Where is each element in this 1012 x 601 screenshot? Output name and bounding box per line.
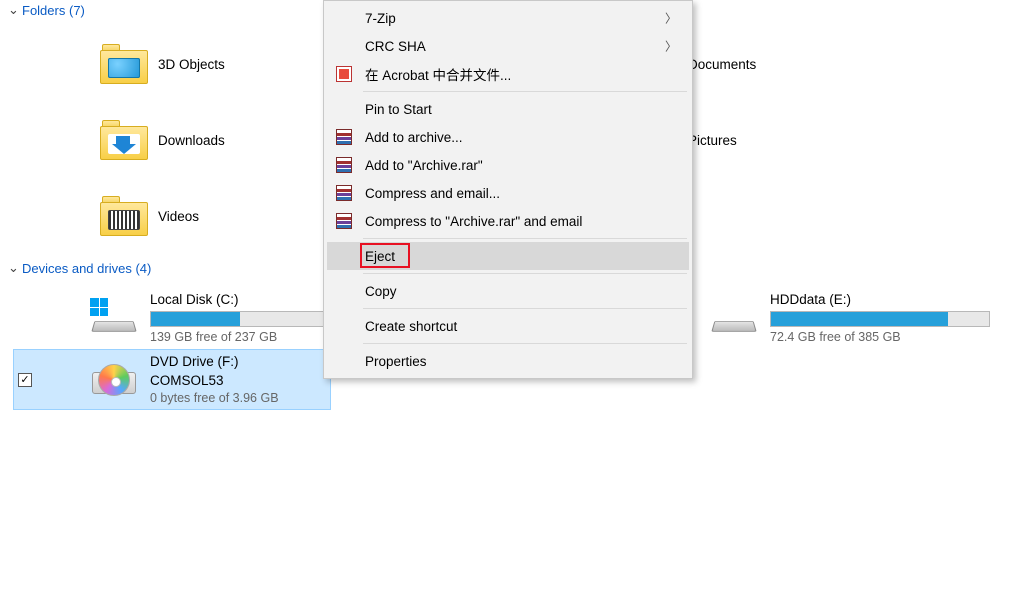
archive-icon bbox=[336, 213, 352, 229]
storage-bar bbox=[770, 311, 990, 327]
folder-label: Documents bbox=[688, 57, 756, 72]
drive-name: DVD Drive (F:) bbox=[150, 354, 330, 369]
folder-icon bbox=[100, 192, 148, 240]
drive-item-dvd-f[interactable]: ✓ DVD Drive (F:) COMSOL53 0 bytes free o… bbox=[14, 350, 330, 409]
menu-item-compress-email[interactable]: Compress and email... bbox=[327, 179, 689, 207]
folder-label: 3D Objects bbox=[158, 57, 225, 72]
submenu-arrow-icon: 〉 bbox=[665, 38, 677, 55]
menu-item-add-to-archive-rar[interactable]: Add to "Archive.rar" bbox=[327, 151, 689, 179]
folder-icon bbox=[100, 116, 148, 164]
menu-item-create-shortcut[interactable]: Create shortcut bbox=[327, 312, 689, 340]
submenu-arrow-icon: 〉 bbox=[665, 10, 677, 27]
drive-name: HDDdata (E:) bbox=[770, 292, 990, 307]
menu-label: Eject bbox=[365, 249, 395, 264]
drive-free-text: 72.4 GB free of 385 GB bbox=[770, 330, 990, 344]
menu-label: 在 Acrobat 中合并文件... bbox=[365, 64, 511, 84]
menu-item-properties[interactable]: Properties bbox=[327, 347, 689, 375]
dvd-drive-icon bbox=[90, 360, 138, 400]
menu-item-acrobat-combine[interactable]: 在 Acrobat 中合并文件... bbox=[327, 60, 689, 88]
menu-item-eject[interactable]: Eject bbox=[327, 242, 689, 270]
drive-volume-label: COMSOL53 bbox=[150, 373, 330, 388]
menu-label: Pin to Start bbox=[365, 102, 432, 117]
menu-item-copy[interactable]: Copy bbox=[327, 277, 689, 305]
menu-label: Compress and email... bbox=[365, 186, 500, 201]
chevron-down-icon: ⌄ bbox=[8, 2, 22, 18]
archive-icon bbox=[336, 129, 352, 145]
disk-icon bbox=[90, 298, 138, 338]
menu-item-compress-rar-email[interactable]: Compress to "Archive.rar" and email bbox=[327, 207, 689, 235]
menu-item-add-to-archive[interactable]: Add to archive... bbox=[327, 123, 689, 151]
menu-separator bbox=[363, 343, 687, 344]
archive-icon bbox=[336, 157, 352, 173]
menu-separator bbox=[363, 273, 687, 274]
selection-checkbox[interactable]: ✓ bbox=[18, 373, 32, 387]
disk-icon bbox=[710, 298, 758, 338]
pdf-icon bbox=[336, 66, 352, 82]
windows-flag-icon bbox=[90, 298, 108, 316]
folder-icon bbox=[100, 40, 148, 88]
menu-label: Add to "Archive.rar" bbox=[365, 158, 483, 173]
chevron-down-icon: ⌄ bbox=[8, 260, 22, 276]
menu-separator bbox=[363, 308, 687, 309]
menu-item-7zip[interactable]: 7-Zip 〉 bbox=[327, 4, 689, 32]
folder-label: Downloads bbox=[158, 133, 225, 148]
menu-label: Compress to "Archive.rar" and email bbox=[365, 214, 582, 229]
folder-label: Videos bbox=[158, 209, 199, 224]
section-title: Folders (7) bbox=[22, 3, 85, 18]
context-menu: 7-Zip 〉 CRC SHA 〉 在 Acrobat 中合并文件... Pin… bbox=[323, 0, 693, 379]
menu-label: 7-Zip bbox=[365, 11, 396, 26]
menu-label: Add to archive... bbox=[365, 130, 463, 145]
menu-label: Create shortcut bbox=[365, 319, 457, 334]
menu-label: Properties bbox=[365, 354, 427, 369]
menu-separator bbox=[363, 238, 687, 239]
menu-separator bbox=[363, 91, 687, 92]
section-title: Devices and drives (4) bbox=[22, 261, 151, 276]
menu-label: CRC SHA bbox=[365, 39, 426, 54]
archive-icon bbox=[336, 185, 352, 201]
menu-item-crc-sha[interactable]: CRC SHA 〉 bbox=[327, 32, 689, 60]
drive-free-text: 0 bytes free of 3.96 GB bbox=[150, 391, 330, 405]
menu-label: Copy bbox=[365, 284, 397, 299]
folder-label: Pictures bbox=[688, 133, 737, 148]
menu-item-pin-to-start[interactable]: Pin to Start bbox=[327, 95, 689, 123]
drive-item-hdddata-e[interactable]: HDDdata (E:) 72.4 GB free of 385 GB bbox=[700, 288, 1000, 350]
